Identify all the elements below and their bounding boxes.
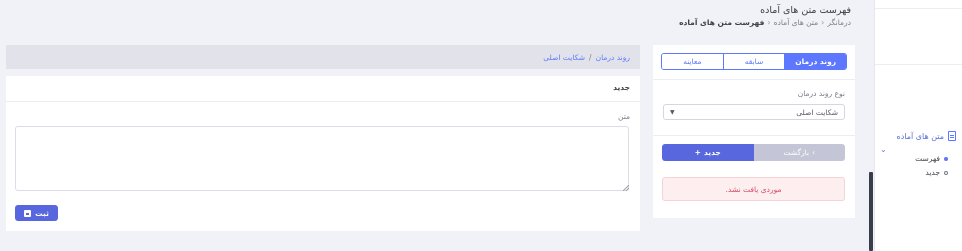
editor-title: جدید xyxy=(613,83,630,92)
sidebar-section-ready-texts[interactable]: متن های آماده xyxy=(896,131,956,141)
page-title: فهرست متن های آماده xyxy=(760,5,851,16)
sidebar-divider xyxy=(875,8,962,9)
tab-history[interactable]: سابقه xyxy=(722,54,785,69)
tab-group: معاینه سابقه روند درمان xyxy=(661,53,847,70)
sidebar-section-label: متن های آماده xyxy=(896,131,945,141)
caret-down-icon: ▼ xyxy=(670,108,675,116)
new-button[interactable]: + جدید xyxy=(662,144,754,161)
floppy-disk-icon xyxy=(24,209,32,217)
select-value: شکایت اصلی xyxy=(796,107,838,117)
tab-treatment-process[interactable]: روند درمان xyxy=(784,54,846,69)
sidebar-divider xyxy=(875,64,962,65)
breadcrumb: درمانگر ‹ متن های آماده ‹ فهرست متن های … xyxy=(679,18,851,27)
save-button-label: ثبت xyxy=(35,208,49,218)
new-button-label: جدید xyxy=(703,148,721,157)
document-icon xyxy=(948,131,956,141)
bullet-icon xyxy=(944,170,948,175)
sidebar-item-label: جدید xyxy=(925,168,940,177)
sidebar-scrollbar[interactable] xyxy=(869,172,873,251)
bullet-icon xyxy=(944,156,948,161)
treatment-type-select[interactable]: شکایت اصلی ▼ xyxy=(663,104,845,120)
text-textarea[interactable] xyxy=(15,126,629,191)
editor-breadcrumb-item[interactable]: شکایت اصلی xyxy=(543,53,585,62)
back-button-label: بازگشت xyxy=(783,148,810,157)
action-buttons: + جدید بازگشت ‹ xyxy=(662,144,845,161)
editor-breadcrumb-item[interactable]: روند درمان xyxy=(596,53,630,62)
sidebar xyxy=(874,0,962,251)
save-button[interactable]: ثبت xyxy=(15,205,58,221)
breadcrumb-item-therapist[interactable]: درمانگر xyxy=(827,18,851,27)
sidebar-item-list[interactable]: فهرست xyxy=(915,154,948,163)
editor-divider xyxy=(6,101,640,102)
tab-examination[interactable]: معاینه xyxy=(662,54,723,69)
sidebar-item-label: فهرست xyxy=(915,154,940,163)
breadcrumb-item-ready-texts[interactable]: متن های آماده xyxy=(774,18,819,27)
sidebar-item-new[interactable]: جدید xyxy=(925,168,948,177)
back-button[interactable]: بازگشت ‹ xyxy=(753,144,845,161)
empty-alert: موردی یافت نشد. xyxy=(662,177,845,201)
breadcrumb-item-current: فهرست متن های آماده xyxy=(679,18,765,27)
resize-handle-icon[interactable] xyxy=(623,185,629,191)
panel-divider xyxy=(653,79,855,80)
editor-breadcrumb-separator: / xyxy=(589,52,592,62)
text-field-label: متن xyxy=(618,112,630,121)
breadcrumb-separator-icon: ‹ xyxy=(767,18,771,27)
breadcrumb-separator-icon: ‹ xyxy=(821,18,825,27)
panel-divider xyxy=(653,135,855,136)
editor-panel: جدید متن ثبت xyxy=(6,76,640,231)
editor-breadcrumb: روند درمان / شکایت اصلی xyxy=(6,45,640,69)
chevron-down-icon[interactable]: ⌄ xyxy=(880,145,887,154)
select-label: نوع روند درمان xyxy=(797,89,845,98)
plus-icon: + xyxy=(694,148,701,157)
controls-panel: معاینه سابقه روند درمان نوع روند درمان ش… xyxy=(653,45,855,218)
chevron-left-icon: ‹ xyxy=(812,148,816,157)
